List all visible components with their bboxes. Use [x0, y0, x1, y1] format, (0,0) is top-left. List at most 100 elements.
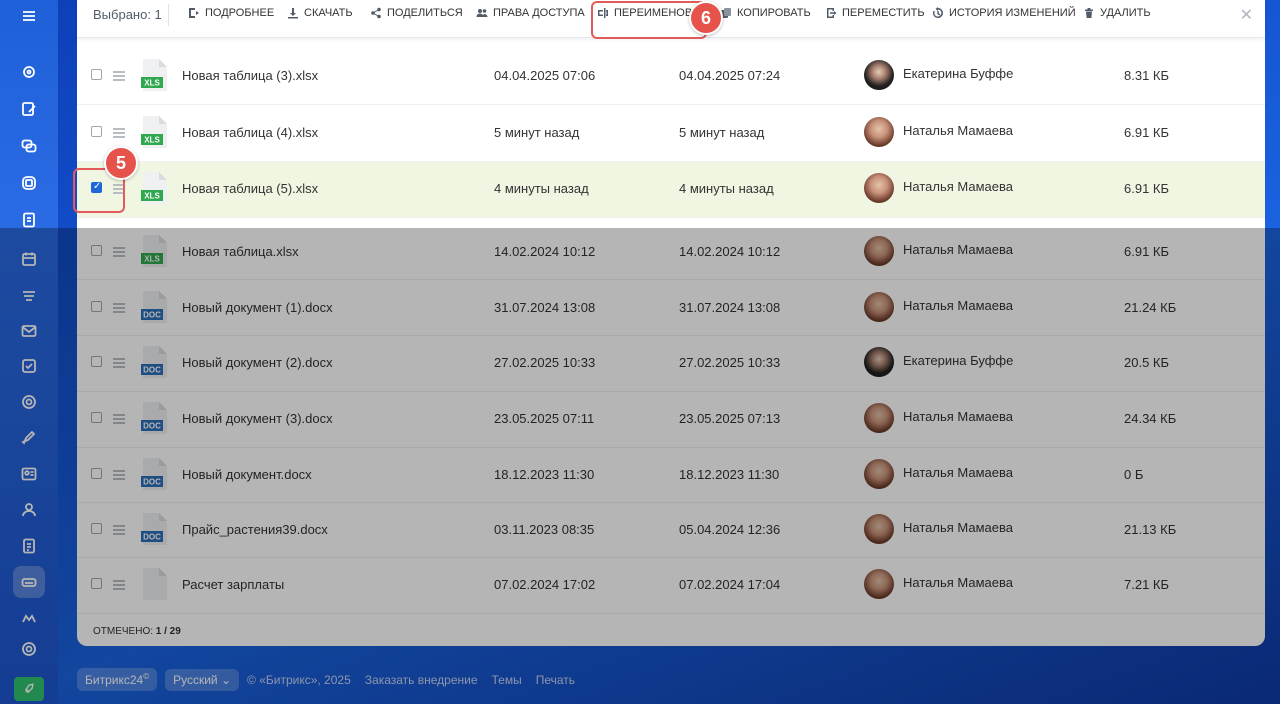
file-name[interactable]: Прайс_растения39.docx [182, 522, 328, 537]
file-name[interactable]: Новая таблица (4).xlsx [182, 125, 318, 140]
row-checkbox[interactable] [91, 578, 102, 589]
owner-name[interactable]: Наталья Мамаева [903, 409, 1013, 424]
drag-handle-icon[interactable] [113, 525, 125, 535]
details-button[interactable]: Подробнее [188, 7, 274, 19]
table-row[interactable]: DOC Новый документ.docx 18.12.2023 11:30 18… [77, 448, 1265, 503]
modified-date: 31.07.2024 13:08 [679, 300, 781, 315]
avatar[interactable] [864, 117, 894, 147]
move-button[interactable]: Переместить [825, 7, 925, 19]
close-icon[interactable]: ✕ [1240, 5, 1253, 25]
calendar-icon[interactable] [13, 243, 45, 275]
drag-handle-icon[interactable] [113, 303, 125, 313]
users-icon[interactable] [13, 494, 45, 526]
step-badge-6: 6 [689, 1, 723, 35]
file-name[interactable]: Новый документ (1).docx [182, 300, 333, 315]
row-checkbox[interactable] [91, 69, 102, 80]
table-row[interactable]: XLS Новая таблица.xlsx 14.02.2024 10:12 14.… [77, 225, 1265, 280]
checklist-icon[interactable] [13, 350, 45, 382]
row-checkbox[interactable] [91, 126, 102, 137]
row-checkbox[interactable] [91, 356, 102, 367]
owner-name[interactable]: Наталья Мамаева [903, 242, 1013, 257]
settings-icon[interactable] [13, 633, 45, 665]
brand-button[interactable]: Битрикс24© [77, 668, 158, 691]
file-name[interactable]: Расчет зарплаты [182, 577, 284, 592]
avatar[interactable] [864, 236, 894, 266]
file-name[interactable]: Новый документ (3).docx [182, 411, 333, 426]
print-link[interactable]: Печать [536, 673, 575, 687]
svg-text:DOC: DOC [143, 366, 161, 375]
copy-label: Копировать [737, 7, 811, 19]
order-implementation-link[interactable]: Заказать внедрение [365, 673, 478, 687]
owner-name[interactable]: Наталья Мамаева [903, 298, 1013, 313]
drive-icon[interactable] [13, 280, 45, 312]
menu-icon[interactable] [13, 0, 45, 32]
avatar[interactable] [864, 459, 894, 489]
drag-handle-icon[interactable] [113, 580, 125, 590]
drag-handle-icon[interactable] [113, 71, 125, 81]
avatar[interactable] [864, 173, 894, 203]
avatar[interactable] [864, 292, 894, 322]
share-button[interactable]: Поделиться [370, 7, 463, 19]
table-row[interactable]: DOC Новый документ (2).docx 27.02.2025 10:… [77, 336, 1265, 392]
rocket-icon[interactable] [14, 677, 44, 701]
contacts-icon[interactable] [13, 458, 45, 490]
feed-icon[interactable] [13, 56, 45, 88]
avatar[interactable] [864, 60, 894, 90]
goals-icon[interactable] [13, 386, 45, 418]
table-footer: ОТМЕЧЕНО: 1 / 29 [77, 616, 1265, 646]
owner-name[interactable]: Екатерина Буффе [903, 353, 1013, 368]
owner-name[interactable]: Наталья Мамаева [903, 575, 1013, 590]
sign-icon[interactable] [13, 422, 45, 454]
avatar[interactable] [864, 347, 894, 377]
drag-handle-icon[interactable] [113, 358, 125, 368]
file-name[interactable]: Новый документ (2).docx [182, 355, 333, 370]
table-row[interactable]: DOC Новый документ (3).docx 23.05.2025 07:… [77, 392, 1265, 448]
collab-icon[interactable] [13, 167, 45, 199]
document-icon[interactable] [13, 530, 45, 562]
table-row[interactable]: XLS Новая таблица (4).xlsx 5 минут назад 5 … [77, 106, 1265, 162]
svg-text:XLS: XLS [144, 255, 160, 264]
owner-name[interactable]: Наталья Мамаева [903, 179, 1013, 194]
download-button[interactable]: Скачать [287, 7, 353, 19]
avatar[interactable] [864, 569, 894, 599]
row-checkbox[interactable] [91, 412, 102, 423]
table-row[interactable]: XLS Новая таблица (5).xlsx 4 минуты назад 4… [77, 162, 1265, 218]
table-row[interactable]: DOC Прайс_растения39.docx 03.11.2023 08:35… [77, 503, 1265, 558]
owner-name[interactable]: Наталья Мамаева [903, 520, 1013, 535]
table-row[interactable]: Расчет зарплаты 07.02.2024 17:02 07.02.202… [77, 558, 1265, 614]
avatar[interactable] [864, 403, 894, 433]
row-checkbox[interactable] [91, 245, 102, 256]
file-name[interactable]: Новый документ.docx [182, 467, 312, 482]
delete-button[interactable]: Удалить [1083, 7, 1151, 19]
owner-name[interactable]: Екатерина Буффе [903, 66, 1013, 81]
owner-name[interactable]: Наталья Мамаева [903, 465, 1013, 480]
chat-icon[interactable] [13, 130, 45, 162]
share-icon [371, 7, 381, 19]
access-rights-button[interactable]: Права доступа [476, 7, 585, 19]
table-row[interactable]: XLS Новая таблица (3).xlsx 04.04.2025 07:0… [77, 49, 1265, 105]
avatar[interactable] [864, 514, 894, 544]
drag-handle-icon[interactable] [113, 247, 125, 257]
modified-date: 27.02.2025 10:33 [679, 355, 781, 370]
mail-icon[interactable] [13, 315, 45, 347]
themes-link[interactable]: Темы [492, 673, 522, 687]
table-row[interactable]: DOC Новый документ (1).docx 31.07.2024 13:… [77, 281, 1265, 336]
history-button[interactable]: История изменений [932, 7, 1076, 19]
selected-count: Выбрано: 1 [93, 7, 162, 22]
file-name[interactable]: Новая таблица (3).xlsx [182, 68, 318, 83]
drag-handle-icon[interactable] [113, 470, 125, 480]
owner-name[interactable]: Наталья Мамаева [903, 123, 1013, 138]
apps-icon[interactable] [13, 602, 45, 634]
drag-handle-icon[interactable] [113, 414, 125, 424]
language-select[interactable]: Русский ⌄ [165, 668, 240, 691]
row-checkbox[interactable] [91, 468, 102, 479]
file-name[interactable]: Новая таблица.xlsx [182, 244, 299, 259]
drag-handle-icon[interactable] [113, 128, 125, 138]
file-name[interactable]: Новая таблица (5).xlsx [182, 181, 318, 196]
copy-button[interactable]: Копировать [720, 7, 811, 19]
row-checkbox[interactable] [91, 523, 102, 534]
docs-icon[interactable] [13, 204, 45, 236]
disk-icon[interactable] [13, 566, 45, 598]
row-checkbox[interactable] [91, 301, 102, 312]
tasks-edit-icon[interactable] [13, 93, 45, 125]
